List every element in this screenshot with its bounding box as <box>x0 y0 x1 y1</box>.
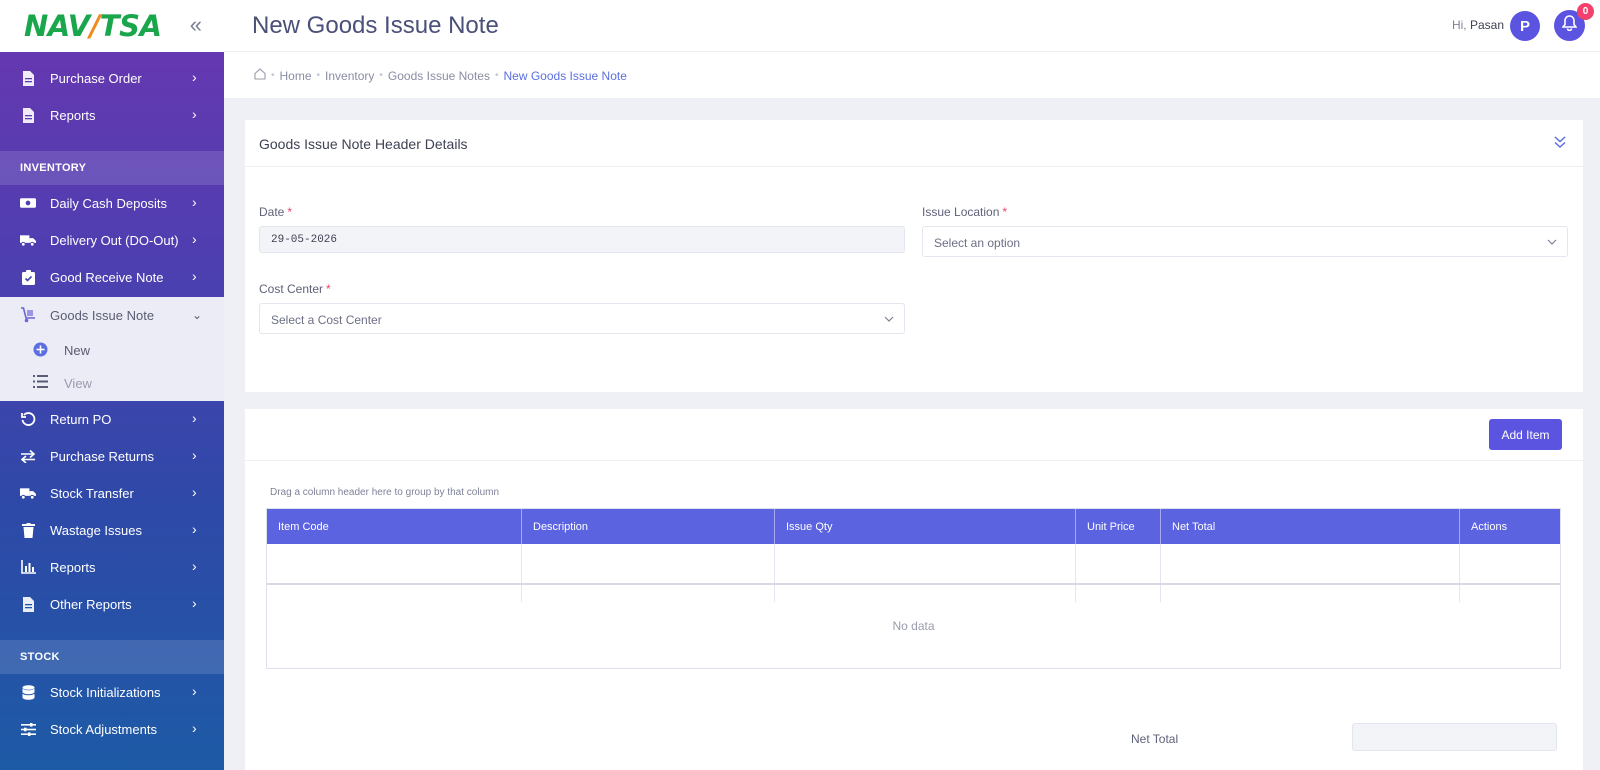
breadcrumb-home[interactable]: Home <box>280 69 312 83</box>
column-header-issue-qty[interactable]: Issue Qty <box>775 509 1076 544</box>
breadcrumb-bar: • Home • Inventory • Goods Issue Notes •… <box>224 52 1600 98</box>
collapse-sidebar-icon[interactable]: « <box>190 12 202 38</box>
chevron-right-icon: › <box>192 484 197 500</box>
sidebar-subitem-view[interactable]: View <box>0 367 224 399</box>
database-icon <box>20 684 36 700</box>
add-item-button[interactable]: Add Item <box>1489 419 1562 450</box>
plus-circle-icon <box>33 342 49 358</box>
card-title: Goods Issue Note Header Details <box>259 136 468 152</box>
dolly-icon <box>20 307 36 323</box>
sidebar-item-good-receive-note[interactable]: Good Receive Note › <box>0 259 224 296</box>
sidebar-subitem-new[interactable]: New <box>0 334 224 366</box>
chevron-right-icon: › <box>192 683 197 699</box>
group-panel-hint: Drag a column header here to group by th… <box>270 487 500 498</box>
section-stock: STOCK <box>0 640 224 674</box>
items-card-head: Add Item <box>245 409 1583 461</box>
column-header-actions[interactable]: Actions <box>1460 509 1560 544</box>
no-data-text: No data <box>892 619 935 633</box>
filter-row-divider <box>267 583 1560 585</box>
list-icon <box>33 375 49 391</box>
trash-icon <box>20 522 36 538</box>
truck-icon <box>20 485 36 501</box>
sidebar-item-stock-transfer[interactable]: Stock Transfer › <box>0 475 224 512</box>
document-icon <box>20 596 36 612</box>
grid-header-row: Item Code Description Issue Qty Unit Pri… <box>267 509 1560 544</box>
page-title: New Goods Issue Note <box>252 12 499 39</box>
home-icon[interactable] <box>254 68 266 83</box>
undo-icon <box>20 411 36 427</box>
chevron-right-icon: › <box>192 410 197 426</box>
header-details-card-head: Goods Issue Note Header Details <box>245 120 1583 167</box>
bar-chart-icon <box>20 559 36 575</box>
items-card: Add Item Drag a column header here to gr… <box>245 409 1583 770</box>
chevron-right-icon: › <box>192 595 197 611</box>
column-header-item-code[interactable]: Item Code <box>267 509 522 544</box>
sidebar-item-stock-adjustments[interactable]: Stock Adjustments › <box>0 711 224 748</box>
sidebar-item-return-po[interactable]: Return PO › <box>0 401 224 438</box>
sliders-icon <box>20 721 36 737</box>
net-total-label: Net Total <box>1131 732 1179 746</box>
column-header-unit-price[interactable]: Unit Price <box>1076 509 1161 544</box>
sidebar-item-stock-initializations[interactable]: Stock Initializations › <box>0 674 224 711</box>
chevron-right-icon: › <box>192 194 197 210</box>
user-greeting: Hi, Pasan <box>1451 18 1504 32</box>
chevron-down-icon <box>884 313 894 327</box>
swap-icon <box>20 448 36 464</box>
chevron-right-icon: › <box>192 558 197 574</box>
sidebar-item-other-reports[interactable]: Other Reports › <box>0 586 224 623</box>
sidebar-item-goods-issue-note[interactable]: Goods Issue Note ⌄ <box>0 297 224 334</box>
items-grid: Item Code Description Issue Qty Unit Pri… <box>266 508 1561 669</box>
breadcrumb-current: New Goods Issue Note <box>503 68 627 83</box>
chevron-down-icon: ⌄ <box>192 308 203 322</box>
breadcrumb-goods-issue-notes[interactable]: Goods Issue Notes <box>388 69 490 83</box>
header-details-card: Goods Issue Note Header Details Date * 29… <box>245 120 1583 392</box>
sidebar-item-purchase-returns[interactable]: Purchase Returns › <box>0 438 224 475</box>
breadcrumb: • Home • Inventory • Goods Issue Notes •… <box>254 68 627 83</box>
net-total-field[interactable] <box>1352 723 1557 751</box>
avatar[interactable]: P <box>1510 11 1540 41</box>
chevron-right-icon: › <box>192 447 197 463</box>
date-label: Date * <box>259 205 293 219</box>
sidebar: NAV/TSA « Purchase Order › Reports › INV… <box>0 0 224 770</box>
date-field[interactable]: 29-05-2026 <box>259 226 905 253</box>
breadcrumb-inventory[interactable]: Inventory <box>325 69 374 83</box>
document-icon <box>20 107 36 123</box>
double-chevron-down-icon[interactable] <box>1553 135 1567 154</box>
bell-icon <box>1561 15 1578 36</box>
chevron-right-icon: › <box>192 720 197 736</box>
issue-location-select[interactable]: Select an option <box>922 226 1568 257</box>
sidebar-item-wastage-issues[interactable]: Wastage Issues › <box>0 512 224 549</box>
chevron-right-icon: › <box>192 106 197 122</box>
sidebar-item-reports[interactable]: Reports › <box>0 97 224 134</box>
user-name: Pasan <box>1469 18 1504 32</box>
sidebar-item-reports-2[interactable]: Reports › <box>0 549 224 586</box>
sidebar-item-daily-cash-deposits[interactable]: Daily Cash Deposits › <box>0 185 224 222</box>
sidebar-item-purchase-order[interactable]: Purchase Order › <box>0 60 224 97</box>
clipboard-check-icon <box>20 269 36 285</box>
truck-icon <box>20 232 36 248</box>
chevron-right-icon: › <box>192 231 197 247</box>
brand-bar: NAV/TSA « <box>0 0 224 52</box>
goods-issue-note-panel: Goods Issue Note ⌄ New View <box>0 297 224 401</box>
navitsa-logo[interactable]: NAV/TSA <box>24 9 162 43</box>
chevron-right-icon: › <box>192 69 197 85</box>
document-icon <box>20 70 36 86</box>
column-header-net-total[interactable]: Net Total <box>1161 509 1460 544</box>
cost-center-select[interactable]: Select a Cost Center <box>259 303 905 334</box>
section-inventory: INVENTORY <box>0 151 224 185</box>
topbar: New Goods Issue Note Hi, Pasan P 0 <box>224 0 1600 52</box>
chevron-right-icon: › <box>192 268 197 284</box>
notification-count-badge: 0 <box>1577 3 1594 20</box>
cash-icon <box>20 195 36 211</box>
chevron-down-icon <box>1547 236 1557 250</box>
sidebar-item-delivery-out[interactable]: Delivery Out (DO-Out) › <box>0 222 224 259</box>
issue-location-label: Issue Location * <box>922 205 1008 219</box>
chevron-right-icon: › <box>192 521 197 537</box>
column-header-description[interactable]: Description <box>522 509 775 544</box>
cost-center-label: Cost Center * <box>259 282 331 296</box>
